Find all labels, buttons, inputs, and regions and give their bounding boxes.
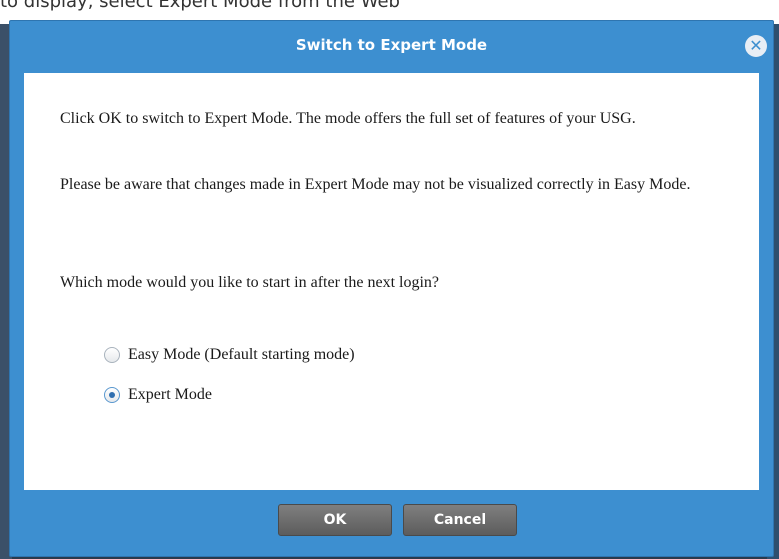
expert-mode-radio[interactable] (104, 386, 120, 403)
dialog-footer: OK Cancel (10, 490, 773, 558)
ok-button[interactable]: OK (278, 504, 392, 536)
dialog-title: Switch to Expert Mode (295, 36, 488, 54)
easy-mode-label: Easy Mode (Default starting mode) (128, 346, 355, 363)
background-page-text: to display, select Expert Mode from the … (0, 0, 400, 12)
easy-mode-option[interactable]: Easy Mode (Default starting mode) (104, 345, 355, 364)
expert-mode-label: Expert Mode (128, 386, 212, 403)
dialog-content: Click OK to switch to Expert Mode. The m… (24, 73, 759, 490)
warning-text: Please be aware that changes made in Exp… (60, 176, 691, 193)
cancel-button[interactable]: Cancel (403, 504, 517, 536)
close-icon[interactable]: ✕ (745, 35, 767, 57)
dialog-titlebar: Switch to Expert Mode ✕ (10, 21, 773, 73)
switch-mode-dialog: Switch to Expert Mode ✕ Click OK to swit… (9, 20, 774, 557)
easy-mode-radio[interactable] (104, 346, 120, 363)
expert-mode-option[interactable]: Expert Mode (104, 385, 212, 404)
question-text: Which mode would you like to start in af… (60, 274, 440, 291)
intro-text: Click OK to switch to Expert Mode. The m… (60, 110, 636, 127)
